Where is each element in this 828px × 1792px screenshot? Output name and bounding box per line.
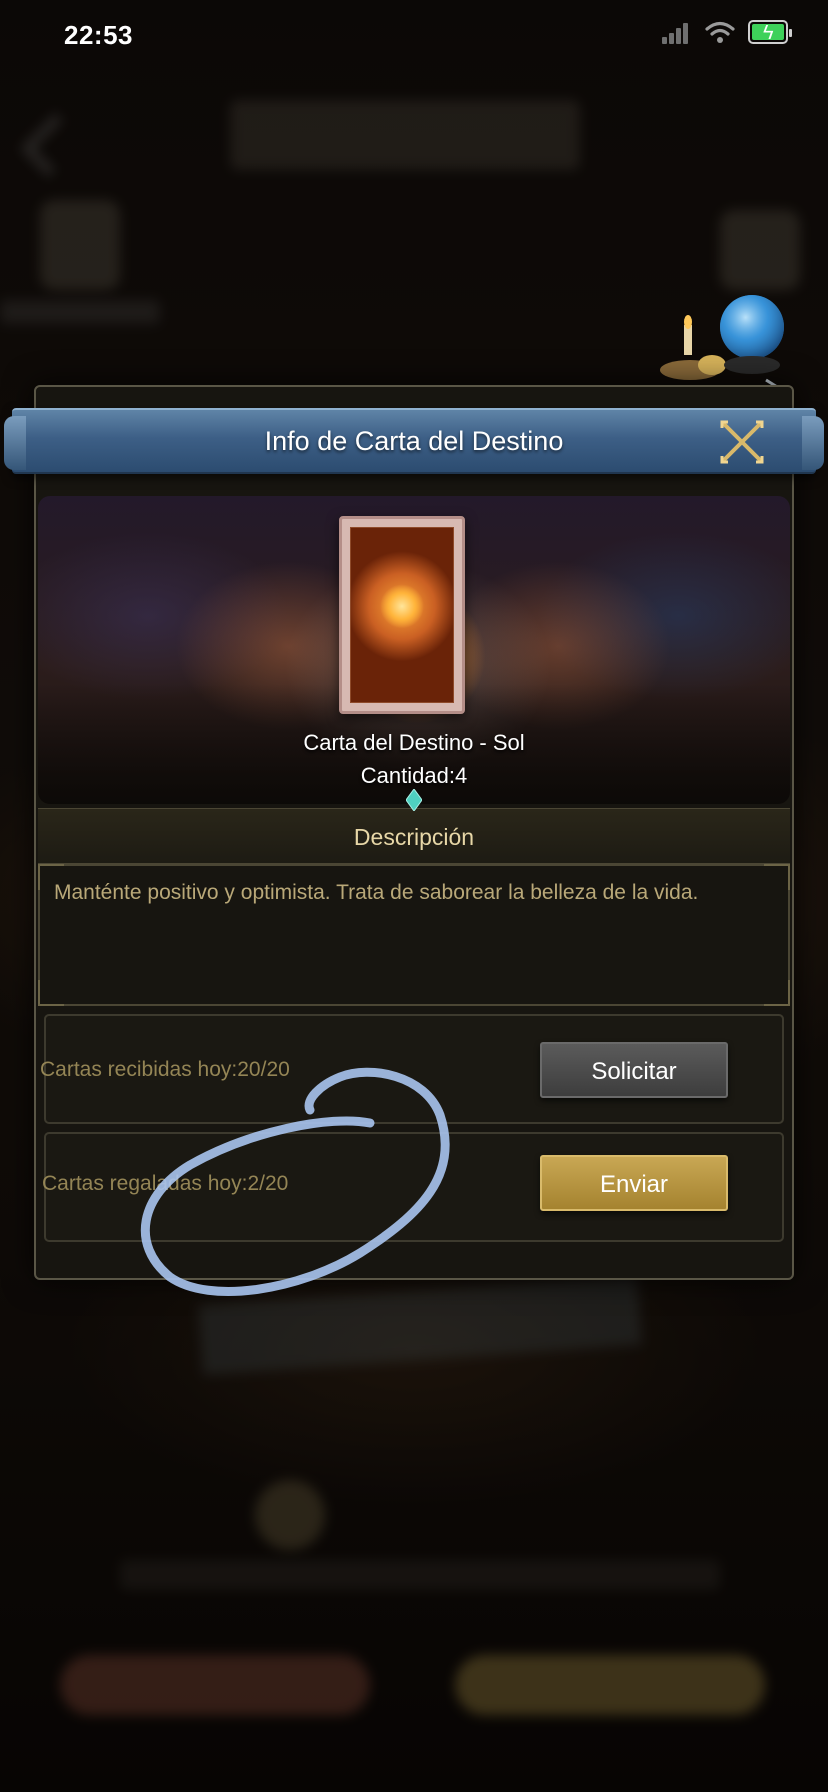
send-button[interactable]: Enviar: [540, 1155, 728, 1211]
corner-ornament: [38, 980, 64, 1006]
battery-charging-icon: ϟ: [748, 20, 792, 44]
corner-ornament: [764, 980, 790, 1006]
status-bar: 22:53 ϟ: [0, 0, 828, 72]
sun-card-image: [339, 516, 465, 714]
dialog-title: Info de Carta del Destino: [264, 426, 564, 456]
received-label: Cartas recibidas hoy:20/20: [40, 1058, 290, 1081]
description-text: Manténte positivo y optimista. Trata de …: [54, 881, 699, 904]
close-icon[interactable]: [718, 418, 766, 466]
card-quantity: Cantidad:4: [360, 763, 468, 788]
crystal-ball-icon: [660, 295, 791, 395]
description-header: Descripción: [38, 808, 790, 864]
gifted-label: Cartas regaladas hoy:2/20: [42, 1172, 289, 1195]
cellular-signal-icon: [662, 22, 690, 44]
card-name: Carta del Destino - Sol: [303, 730, 525, 755]
request-button[interactable]: Solicitar: [540, 1042, 728, 1098]
sun-icon: [350, 527, 454, 703]
gem-icon: [406, 789, 422, 811]
wifi-icon: [705, 21, 735, 43]
status-time: 22:53: [64, 20, 133, 50]
